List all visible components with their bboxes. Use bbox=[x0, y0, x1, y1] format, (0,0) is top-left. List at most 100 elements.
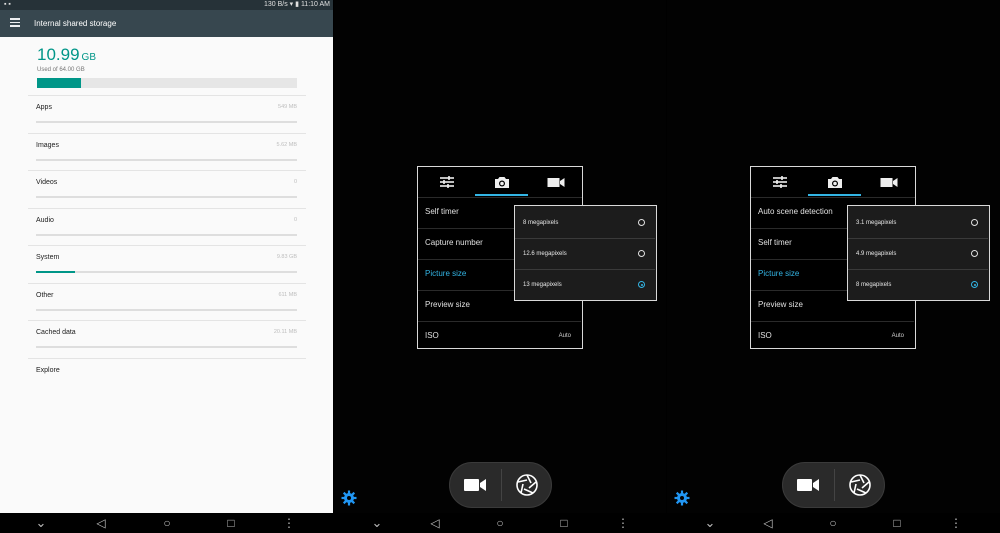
option-12-6-megapixels[interactable]: 12.6 megapixels bbox=[515, 239, 655, 270]
category-label: System bbox=[36, 254, 60, 261]
radio-button[interactable] bbox=[971, 219, 978, 226]
gear-icon[interactable] bbox=[341, 490, 357, 506]
option-label: 3.1 megapixels bbox=[856, 220, 897, 226]
category-cached-data[interactable]: Cached data 20.11 MB bbox=[28, 320, 306, 358]
recents-icon[interactable]: □ bbox=[554, 515, 574, 531]
category-label: Apps bbox=[36, 104, 52, 111]
category-audio[interactable]: Audio 0 bbox=[28, 207, 306, 246]
video-camera-icon bbox=[547, 177, 564, 187]
category-size: 0 bbox=[293, 179, 297, 185]
category-size: 5.62 MB bbox=[276, 141, 297, 148]
more-icon[interactable]: ⋮ bbox=[279, 515, 299, 531]
category-explore[interactable]: Explore bbox=[28, 357, 306, 396]
home-icon[interactable]: ○ bbox=[157, 515, 177, 531]
category-images[interactable]: Images 5.62 MB bbox=[28, 132, 306, 171]
radio-button[interactable] bbox=[638, 250, 645, 257]
picture-size-popup: 3.1 megapixels 4.9 megapixels 8 megapixe… bbox=[847, 205, 990, 301]
setting-label: Preview size bbox=[425, 300, 470, 309]
category-bar bbox=[36, 308, 297, 311]
setting-label: ISO bbox=[425, 331, 439, 340]
setting-label: Picture size bbox=[425, 269, 467, 278]
used-unit: GB bbox=[81, 52, 96, 63]
category-bar bbox=[36, 196, 297, 198]
tab-photo[interactable] bbox=[807, 167, 862, 197]
option-4-9-megapixels[interactable]: 4.9 megapixels bbox=[848, 239, 988, 270]
more-icon[interactable]: ⋮ bbox=[946, 515, 966, 531]
option-label: 8 megapixels bbox=[856, 282, 892, 288]
shutter-button[interactable] bbox=[502, 463, 552, 507]
tab-video[interactable] bbox=[528, 167, 583, 197]
camera-screen-1: Self timer Capture number Picture size P… bbox=[334, 0, 666, 533]
category-label: Images bbox=[36, 141, 59, 149]
capture-controls bbox=[782, 462, 885, 508]
option-3-1-megapixels[interactable]: 3.1 megapixels bbox=[848, 208, 988, 239]
storage-category-list: Apps 549 MB Images 5.62 MB Videos 0 Audi… bbox=[0, 95, 333, 395]
category-label: Other bbox=[36, 291, 54, 299]
category-system[interactable]: System 9.83 GB bbox=[28, 245, 306, 283]
category-label: Audio bbox=[36, 216, 54, 224]
aperture-shutter-icon bbox=[516, 474, 538, 496]
radio-button[interactable] bbox=[638, 219, 645, 226]
category-other[interactable]: Other 611 MB bbox=[28, 282, 306, 321]
capture-controls bbox=[449, 462, 552, 508]
setting-label: Auto scene detection bbox=[758, 207, 833, 216]
radio-button-selected[interactable] bbox=[638, 281, 645, 288]
setting-iso[interactable]: ISO Auto bbox=[418, 322, 581, 353]
tab-general[interactable] bbox=[419, 167, 474, 197]
category-bar-fill bbox=[36, 271, 76, 273]
setting-iso[interactable]: ISO Auto bbox=[751, 322, 914, 353]
setting-label: Picture size bbox=[758, 269, 800, 278]
back-icon[interactable]: ◁ bbox=[91, 515, 111, 531]
chevron-down-icon[interactable]: ⌄ bbox=[367, 515, 387, 531]
tab-video[interactable] bbox=[861, 167, 916, 197]
back-icon[interactable]: ◁ bbox=[425, 515, 445, 531]
sliders-icon bbox=[772, 176, 787, 188]
category-bar bbox=[36, 233, 297, 236]
radio-button[interactable] bbox=[971, 250, 978, 257]
navigation-bar: ⌄ ◁ ○ □ ⋮ bbox=[334, 513, 666, 533]
setting-value: Auto bbox=[891, 333, 904, 339]
network-speed: 130 B/s bbox=[263, 1, 288, 8]
navigation-bar: ⌄ ◁ ○ □ ⋮ bbox=[667, 513, 1000, 533]
setting-label: Self timer bbox=[425, 207, 459, 216]
video-camera-icon bbox=[464, 479, 486, 491]
video-camera-icon bbox=[880, 177, 897, 187]
category-size: 611 MB bbox=[278, 291, 297, 298]
wifi-icon: ▾ bbox=[289, 1, 294, 8]
setting-label: ISO bbox=[758, 331, 772, 340]
navigation-bar: ⌄ ◁ ○ □ ⋮ bbox=[0, 513, 333, 533]
category-size: 9.83 GB bbox=[276, 254, 297, 260]
option-13-megapixels[interactable]: 13 megapixels bbox=[515, 270, 655, 301]
more-icon[interactable]: ⋮ bbox=[613, 515, 633, 531]
recents-icon[interactable]: □ bbox=[887, 515, 907, 531]
category-bar bbox=[36, 158, 297, 161]
home-icon[interactable]: ○ bbox=[823, 515, 843, 531]
tab-photo[interactable] bbox=[474, 167, 529, 197]
storage-usage-bar bbox=[37, 78, 297, 88]
used-storage-value: 10.99 GB bbox=[37, 45, 96, 65]
home-icon[interactable]: ○ bbox=[490, 515, 510, 531]
option-8-megapixels[interactable]: 8 megapixels bbox=[515, 208, 655, 239]
category-label: Videos bbox=[36, 179, 58, 186]
category-videos[interactable]: Videos 0 bbox=[28, 170, 306, 208]
gear-icon[interactable] bbox=[674, 490, 690, 506]
tab-general[interactable] bbox=[752, 167, 807, 197]
back-icon[interactable]: ◁ bbox=[758, 515, 778, 531]
hamburger-menu-icon[interactable] bbox=[10, 18, 20, 27]
notification-icons: ▪ ▪ bbox=[4, 1, 11, 8]
chevron-down-icon[interactable]: ⌄ bbox=[31, 515, 51, 531]
video-record-button[interactable] bbox=[450, 463, 500, 507]
settings-tabs bbox=[418, 167, 582, 198]
option-8-megapixels[interactable]: 8 megapixels bbox=[848, 270, 988, 301]
video-record-button[interactable] bbox=[783, 463, 833, 507]
option-label: 12.6 megapixels bbox=[523, 251, 567, 257]
setting-value: Auto bbox=[558, 333, 571, 339]
chevron-down-icon[interactable]: ⌄ bbox=[700, 515, 720, 531]
shutter-button[interactable] bbox=[835, 463, 885, 507]
radio-button-selected[interactable] bbox=[971, 281, 978, 288]
category-bar bbox=[36, 121, 297, 123]
recents-icon[interactable]: □ bbox=[221, 515, 241, 531]
storage-usage-fill bbox=[37, 78, 82, 88]
camera-icon bbox=[827, 176, 842, 188]
category-apps[interactable]: Apps 549 MB bbox=[28, 95, 306, 133]
